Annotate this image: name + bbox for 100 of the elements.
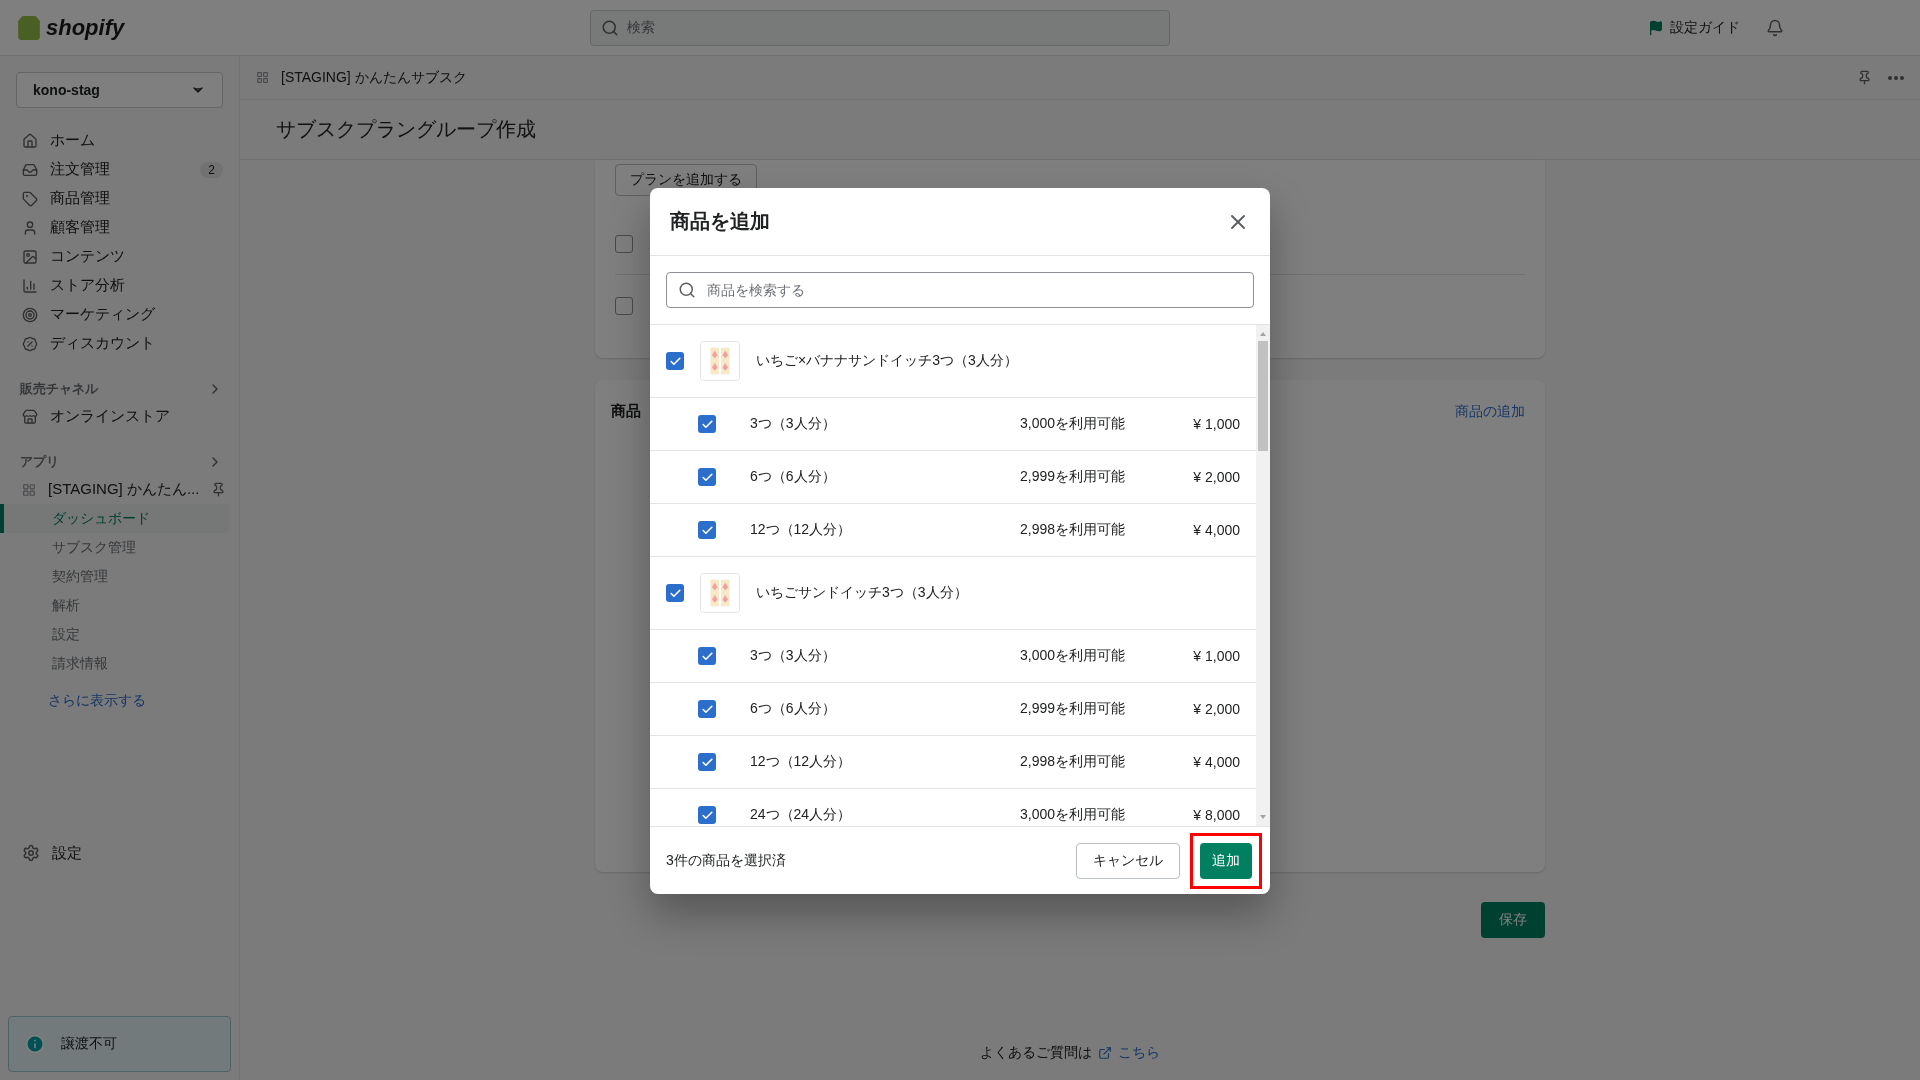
variant-name: 24つ（24人分） (750, 806, 853, 824)
external-link-icon (1098, 1046, 1112, 1060)
price-text: ¥ 1,000 (1192, 416, 1240, 432)
save-button[interactable]: 保存 (1481, 902, 1545, 938)
price-text: ¥ 4,000 (1192, 754, 1240, 770)
stock-text: 3,000を利用可能 (1020, 647, 1127, 665)
notice-text: 譲渡不可 (61, 1035, 117, 1053)
price-text: ¥ 4,000 (1192, 522, 1240, 538)
show-more-link[interactable]: さらに表示する (0, 692, 239, 710)
card-title: 商品 (611, 402, 641, 421)
nav-item[interactable]: 設定 (0, 838, 239, 868)
add-button[interactable]: 追加 (1200, 842, 1252, 879)
checkbox[interactable] (698, 521, 716, 539)
logo-icon (16, 14, 42, 41)
pin-icon (1857, 70, 1872, 85)
product-name: いちご×バナナサンドイッチ3つ（3人分） (756, 352, 1018, 370)
nav-item[interactable]: マーケティング (0, 300, 239, 329)
price-text: ¥ 1,000 (1192, 648, 1240, 664)
bar-chart-icon (22, 277, 38, 294)
price-text: ¥ 2,000 (1192, 701, 1240, 717)
app-icon (256, 71, 269, 84)
breadcrumb[interactable]: [STAGING] かんたんサブスク (281, 68, 467, 87)
section-heading: 販売チャネル (20, 380, 98, 398)
variant-name: 12つ（12人分） (750, 753, 853, 771)
nav-subitem[interactable]: ダッシュボード (0, 504, 229, 533)
settings-icon (22, 844, 40, 862)
store-selector[interactable]: kono-stag (16, 72, 223, 108)
search-field[interactable]: 検索 (590, 9, 1170, 46)
checkbox[interactable] (698, 806, 716, 824)
checkbox[interactable] (615, 235, 633, 253)
search-icon (601, 18, 619, 37)
pin-icon (211, 482, 227, 497)
nav-subitem[interactable]: サブスク管理 (0, 533, 229, 562)
price-text: ¥ 2,000 (1192, 469, 1240, 485)
nav-item[interactable]: 注文管理 2 (0, 155, 239, 184)
price-text: ¥ 8,000 (1192, 807, 1240, 823)
checkbox[interactable] (698, 647, 716, 665)
discount-icon (22, 335, 38, 352)
more-icon[interactable] (1888, 75, 1904, 80)
faq-link[interactable]: こちら (1118, 1044, 1160, 1062)
check-icon (700, 755, 714, 769)
variant-name: 12つ（12人分） (750, 521, 853, 539)
logo-text: shopify (46, 14, 125, 41)
setup-guide-link[interactable]: 設定ガイド (1648, 18, 1740, 37)
check-icon (700, 417, 714, 431)
app-name[interactable]: [STAGING] かんたん... (48, 480, 200, 499)
variant-name: 3つ（3人分） (750, 647, 837, 665)
stock-text: 3,000を利用可能 (1020, 415, 1127, 433)
checkbox[interactable] (666, 584, 684, 602)
scrollbar[interactable] (1256, 325, 1270, 826)
stock-text: 2,998を利用可能 (1020, 521, 1127, 539)
stock-text: 2,998を利用可能 (1020, 753, 1127, 771)
search-icon (678, 281, 696, 299)
checkbox[interactable] (615, 296, 633, 315)
info-icon (25, 1034, 45, 1054)
add-product-link[interactable]: 商品の追加 (1455, 402, 1525, 421)
stock-text: 3,000を利用可能 (1020, 806, 1127, 824)
bell-icon (1766, 18, 1784, 37)
cancel-button[interactable]: キャンセル (1076, 842, 1180, 879)
tag-icon (22, 190, 38, 207)
modal-title: 商品を追加 (670, 209, 770, 234)
flag-icon (1648, 19, 1664, 36)
home-icon (22, 132, 38, 149)
inbox-icon (22, 161, 38, 178)
check-icon (700, 470, 714, 484)
check-icon (700, 523, 714, 537)
product-name: いちごサンドイッチ3つ（3人分） (756, 584, 968, 602)
check-icon (700, 808, 714, 822)
image-icon (22, 248, 38, 265)
checkbox[interactable] (698, 468, 716, 486)
variant-name: 6つ（6人分） (750, 700, 837, 718)
check-icon (668, 586, 682, 600)
variant-name: 6つ（6人分） (750, 468, 837, 486)
stock-text: 2,999を利用可能 (1020, 468, 1127, 486)
checkbox[interactable] (698, 700, 716, 718)
nav-subitem[interactable]: 請求情報 (0, 649, 229, 678)
faq-text: よくあるご質問は (980, 1044, 1092, 1062)
nav-item[interactable]: 商品管理 (0, 184, 239, 213)
checkbox[interactable] (666, 352, 684, 370)
nav-subitem[interactable]: 設定 (0, 620, 229, 649)
section-heading: アプリ (20, 453, 59, 471)
check-icon (668, 354, 682, 368)
nav-item[interactable]: ホーム (0, 126, 239, 155)
checkbox[interactable] (698, 415, 716, 433)
nav-item[interactable]: ストア分析 (0, 271, 239, 300)
nav-subitem[interactable]: 解析 (0, 591, 229, 620)
check-icon (700, 649, 714, 663)
nav-item[interactable]: コンテンツ (0, 242, 239, 271)
target-icon (22, 306, 38, 323)
variant-name: 3つ（3人分） (750, 415, 837, 433)
nav-subitem[interactable]: 契約管理 (0, 562, 229, 591)
nav-item[interactable]: 顧客管理 (0, 213, 239, 242)
store-icon (22, 408, 38, 425)
nav-item[interactable]: ディスカウント (0, 329, 239, 358)
selected-count: 3件の商品を選択済 (666, 851, 786, 870)
search-field[interactable]: 商品を検索する (666, 272, 1254, 308)
nav-item[interactable]: オンラインストア (0, 402, 239, 431)
stock-text: 2,999を利用可能 (1020, 700, 1127, 718)
checkbox[interactable] (698, 753, 716, 771)
person-icon (22, 219, 38, 236)
